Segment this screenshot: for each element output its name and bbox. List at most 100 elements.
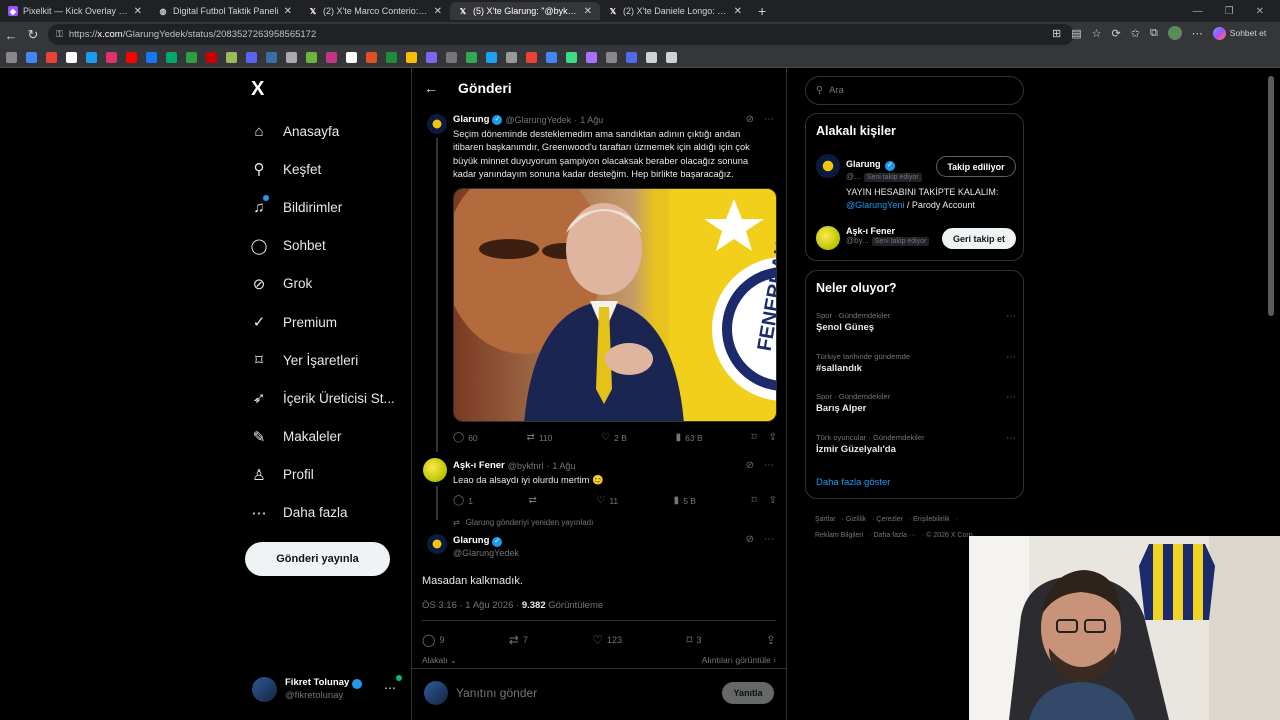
search-input[interactable]: ⚲ Ara bbox=[805, 76, 1024, 105]
bookmark-favicon-icon[interactable] bbox=[286, 52, 297, 63]
back-arrow-icon[interactable]: ← bbox=[0, 28, 22, 43]
browser-tab[interactable]: 𝕏 (2) X'te Daniele Longo: "Il Fenerba ✕ bbox=[600, 2, 750, 20]
show-more-link[interactable]: Daha fazla göster bbox=[816, 477, 890, 488]
footer-link[interactable]: Çerezler bbox=[876, 516, 902, 523]
views-button[interactable]: ▮ 5 B bbox=[674, 495, 696, 506]
bookmark-favicon-icon[interactable] bbox=[546, 52, 557, 63]
sort-dropdown[interactable]: Alakalı ⌄ bbox=[422, 655, 457, 666]
bookmark-favicon-icon[interactable] bbox=[86, 52, 97, 63]
share-icon[interactable]: ⇪ bbox=[769, 432, 777, 443]
bookmark-favicon-icon[interactable] bbox=[146, 52, 157, 63]
bookmark-favicon-icon[interactable] bbox=[206, 52, 217, 63]
bookmark-favicon-icon[interactable] bbox=[526, 52, 537, 63]
x-logo-icon[interactable]: X bbox=[251, 78, 264, 101]
refresh-icon[interactable]: ⟳ bbox=[1112, 27, 1121, 40]
bookmark-icon[interactable]: ⌑ bbox=[751, 432, 756, 443]
footer-link[interactable]: Reklam Bilgileri bbox=[815, 532, 863, 539]
follow-back-button[interactable]: Geri takip et bbox=[942, 228, 1016, 249]
bookmark-favicon-icon[interactable] bbox=[266, 52, 277, 63]
bookmark-favicon-icon[interactable] bbox=[6, 52, 17, 63]
like-button[interactable]: ♡ 123 bbox=[592, 633, 622, 647]
bookmark-favicon-icon[interactable] bbox=[406, 52, 417, 63]
bookmark-favicon-icon[interactable] bbox=[106, 52, 117, 63]
bookmark-favicon-icon[interactable] bbox=[326, 52, 337, 63]
bookmark-favicon-icon[interactable] bbox=[166, 52, 177, 63]
more-options-icon[interactable]: ⋯ bbox=[764, 460, 774, 471]
repost-button[interactable]: ⇄ 110 bbox=[526, 432, 552, 443]
tweet[interactable]: Glarung ✓ @GlarungYedek · 1 Ağu ⊘ ⋯ Seçi… bbox=[412, 112, 786, 452]
url-input[interactable]: ⚿ https://x.com/GlarungYedek/status/2083… bbox=[48, 24, 1074, 45]
bookmark-favicon-icon[interactable] bbox=[386, 52, 397, 63]
bookmark-favicon-icon[interactable] bbox=[666, 52, 677, 63]
close-window-icon[interactable]: ✕ bbox=[1256, 6, 1264, 17]
post-button[interactable]: Gönderi yayınla bbox=[245, 542, 390, 576]
bookmark-favicon-icon[interactable] bbox=[466, 52, 477, 63]
sidebar-item-bookmarks[interactable]: ⌑ Yer İşaretleri bbox=[249, 341, 395, 379]
avatar[interactable] bbox=[816, 226, 840, 250]
close-tab-icon[interactable]: ✕ bbox=[584, 6, 592, 17]
menu-dots-icon[interactable]: ⋯ bbox=[1192, 27, 1203, 40]
trend-item[interactable]: Türk oyuncular · Gündemdekiler İzmir Güz… bbox=[816, 433, 1016, 455]
like-button[interactable]: ♡ 11 bbox=[596, 495, 618, 506]
sidebar-item-premium[interactable]: ✓ Premium bbox=[249, 303, 395, 341]
new-tab-button[interactable]: + bbox=[750, 3, 774, 19]
favorites-icon[interactable]: ✩ bbox=[1131, 27, 1140, 40]
sidebar-item-more[interactable]: ⋯ Daha fazla bbox=[249, 494, 395, 532]
share-button[interactable]: ⇪ bbox=[766, 633, 776, 647]
more-options-icon[interactable]: ⋯ bbox=[1006, 433, 1016, 444]
reply-button[interactable]: ◯ 9 bbox=[422, 633, 444, 647]
bookmark-favicon-icon[interactable] bbox=[306, 52, 317, 63]
sidebar-item-articles[interactable]: ✎ Makaleler bbox=[249, 418, 395, 456]
avatar[interactable] bbox=[816, 154, 840, 178]
more-options-icon[interactable]: ⋯ bbox=[384, 681, 396, 695]
copilot-button[interactable]: Sohbet et bbox=[1212, 26, 1266, 40]
bio-link[interactable]: @GlarungYeni bbox=[846, 200, 904, 210]
browser-tab[interactable]: 𝕏 (2) X'te Marco Conterio: "🟡🔵🔻 ✕ bbox=[300, 2, 450, 20]
reply-button[interactable]: ◯ 1 bbox=[453, 495, 473, 506]
reply-button[interactable]: Yanıtla bbox=[722, 682, 774, 704]
repost-button[interactable]: ⇄ 7 bbox=[509, 633, 528, 647]
avatar[interactable] bbox=[427, 534, 447, 554]
reader-icon[interactable]: ▤ bbox=[1071, 27, 1081, 40]
bookmark-favicon-icon[interactable] bbox=[226, 52, 237, 63]
bookmark-favicon-icon[interactable] bbox=[486, 52, 497, 63]
close-tab-icon[interactable]: ✕ bbox=[434, 6, 442, 17]
bookmark-favicon-icon[interactable] bbox=[566, 52, 577, 63]
back-arrow-icon[interactable]: ← bbox=[424, 80, 438, 96]
footer-link[interactable]: Erişilebilirlik bbox=[913, 516, 950, 523]
tweet[interactable]: Aşk-ı Fener @bykfnrl · 1 Ağu ⊘ ⋯ Leao da… bbox=[412, 458, 786, 520]
more-options-icon[interactable]: ⋯ bbox=[1006, 352, 1016, 363]
view-quotes-link[interactable]: Alıntıları görüntüle › bbox=[702, 655, 776, 666]
close-tab-icon[interactable]: ✕ bbox=[134, 6, 142, 17]
bookmark-favicon-icon[interactable] bbox=[46, 52, 57, 63]
sidebar-item-profile[interactable]: ♙ Profil bbox=[249, 456, 395, 494]
bookmark-favicon-icon[interactable] bbox=[126, 52, 137, 63]
person-card[interactable]: Aşk-ı Fener @by... Seni takip ediyor Geri… bbox=[816, 226, 1016, 254]
sidebar-item-grok[interactable]: ⊘ Grok bbox=[249, 265, 395, 303]
share-icon[interactable]: ⇪ bbox=[769, 495, 777, 506]
sidebar-item-chat[interactable]: ◯ Sohbet bbox=[249, 227, 395, 265]
sidebar-item-notifications[interactable]: ♫ Bildirimler bbox=[249, 188, 395, 226]
avatar[interactable] bbox=[423, 458, 447, 482]
grok-icon[interactable]: ⊘ bbox=[746, 534, 754, 545]
browser-tab[interactable]: ◆ Pixelkit — Kick Overlay & Bot ✕ bbox=[0, 2, 150, 20]
views-button[interactable]: ▮ 63 B bbox=[676, 432, 703, 443]
tweet-image[interactable]: FENERBAHÇE bbox=[453, 188, 777, 422]
avatar[interactable] bbox=[427, 114, 447, 134]
more-options-icon[interactable]: ⋯ bbox=[1006, 311, 1016, 322]
footer-link[interactable]: Gizlilik bbox=[846, 516, 866, 523]
footer-link[interactable]: Daha fazla ··· bbox=[874, 532, 916, 539]
minimize-icon[interactable]: — bbox=[1193, 6, 1203, 17]
bookmark-favicon-icon[interactable] bbox=[586, 52, 597, 63]
trend-item[interactable]: Spor · Gündemdekiler Şenol Güneş ⋯ bbox=[816, 311, 1016, 333]
browser-tab-active[interactable]: 𝕏 (5) X'te Glarung: "@bykfnrl Masadı ✕ bbox=[450, 2, 600, 20]
repost-button[interactable]: ⇄ bbox=[528, 495, 540, 506]
reply-button[interactable]: ◯ 60 bbox=[453, 432, 478, 443]
bookmark-favicon-icon[interactable] bbox=[626, 52, 637, 63]
footer-link[interactable]: Şartlar bbox=[815, 516, 836, 523]
profile-avatar[interactable] bbox=[1167, 26, 1182, 40]
trend-item[interactable]: Spor · Gündemdekiler Barış Alper ⋯ bbox=[816, 392, 1016, 414]
sidebar-item-home[interactable]: ⌂ Anasayfa bbox=[249, 112, 395, 150]
trend-item[interactable]: Türkiye tarihinde gündemde #sallandık ⋯ bbox=[816, 352, 1016, 374]
following-button[interactable]: Takip ediliyor bbox=[936, 156, 1016, 177]
